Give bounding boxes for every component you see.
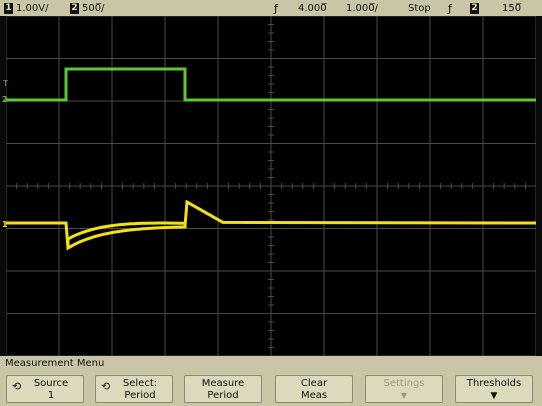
- source-softkey[interactable]: ⟲ Source 1: [6, 375, 84, 403]
- rotate-knob-icon: ⟲: [101, 380, 111, 393]
- timebase-position[interactable]: 4.000̅: [298, 0, 327, 16]
- rising-edge-icon: ƒ: [448, 1, 452, 15]
- trigger-source-readout[interactable]: 2: [470, 0, 482, 16]
- select-softkey[interactable]: ⟲ Select: Period: [95, 375, 173, 403]
- ch2-scale: 500̅/: [82, 2, 105, 14]
- rotate-knob-icon: ⟲: [12, 380, 22, 393]
- timebase-scale[interactable]: 1.000̅/: [346, 0, 378, 16]
- ch2-ground-marker: 2: [2, 95, 8, 104]
- ch1-scale-readout[interactable]: 1 1.00V/: [4, 0, 48, 16]
- trigger-level-marker: T: [3, 79, 8, 88]
- down-arrow-icon: ▼: [400, 391, 408, 400]
- down-arrow-icon: ▼: [490, 391, 498, 401]
- settings-softkey[interactable]: Settings ▼: [365, 375, 443, 403]
- graticule: [6, 16, 536, 356]
- trigger-position-marker: ƒ: [274, 1, 278, 15]
- measure-period-softkey[interactable]: Measure Period: [184, 375, 262, 403]
- trigger-source-badge: 2: [470, 2, 479, 14]
- softkey-bar: ⟲ Source 1 ⟲ Select: Period Measure Peri…: [0, 372, 542, 406]
- ch1-ground-marker: 1: [2, 220, 8, 229]
- clear-meas-softkey[interactable]: Clear Meas: [275, 375, 353, 403]
- run-state: Stop: [408, 2, 431, 14]
- ch1-scale: 1.00V/: [16, 2, 49, 14]
- grid-lines: [6, 16, 536, 356]
- thresholds-softkey[interactable]: Thresholds ▼: [455, 375, 533, 403]
- oscilloscope-screen: 1 1.00V/ 2 500̅/ ƒ 4.000̅ 1.000̅/ Stop ƒ…: [0, 0, 542, 406]
- ch2-number-badge: 2: [70, 2, 79, 14]
- trigger-level[interactable]: 150̅: [502, 0, 521, 16]
- ch2-scale-readout[interactable]: 2 500̅/: [70, 0, 104, 16]
- menu-title: Measurement Menu: [0, 356, 542, 372]
- waveform-display: 2 T 1: [2, 16, 536, 356]
- status-bar: 1 1.00V/ 2 500̅/ ƒ 4.000̅ 1.000̅/ Stop ƒ…: [0, 0, 542, 16]
- ch1-number-badge: 1: [4, 2, 13, 14]
